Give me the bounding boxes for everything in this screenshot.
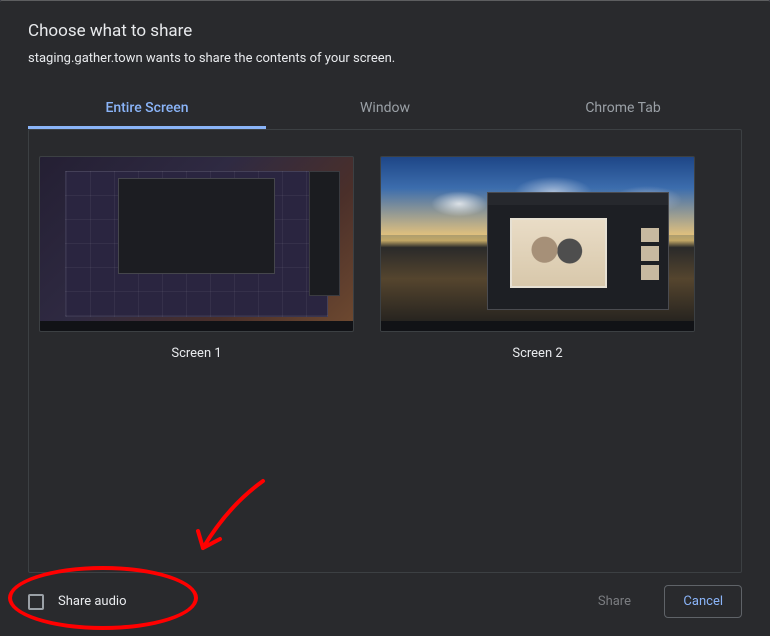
dialog-footer: Share audio Share Cancel [0, 573, 770, 636]
cancel-button[interactable]: Cancel [664, 585, 742, 618]
screen-2-label: Screen 2 [380, 346, 695, 361]
screen-1-label: Screen 1 [39, 346, 354, 361]
share-content-frame: Screen 1 Screen 2 [28, 129, 742, 573]
screen-2-preview [380, 156, 695, 332]
dialog-subtitle: staging.gather.town wants to share the c… [28, 51, 742, 66]
tab-entire-screen[interactable]: Entire Screen [28, 94, 266, 129]
dialog-header: Choose what to share staging.gather.town… [0, 1, 770, 74]
dialog-title: Choose what to share [28, 21, 742, 41]
screen-share-dialog: Choose what to share staging.gather.town… [0, 0, 770, 636]
share-tabs: Entire Screen Window Chrome Tab [28, 94, 742, 129]
screen-option-2[interactable]: Screen 2 [380, 156, 695, 361]
tab-window[interactable]: Window [266, 94, 504, 129]
tab-chrome-tab[interactable]: Chrome Tab [504, 94, 742, 129]
share-button: Share [578, 586, 650, 617]
share-audio-checkbox[interactable]: Share audio [28, 594, 127, 610]
screen-option-1[interactable]: Screen 1 [39, 156, 354, 361]
screen-1-preview [39, 156, 354, 332]
checkbox-icon [28, 594, 44, 610]
screen-thumbnails: Screen 1 Screen 2 [39, 156, 731, 361]
share-audio-label: Share audio [58, 594, 127, 609]
